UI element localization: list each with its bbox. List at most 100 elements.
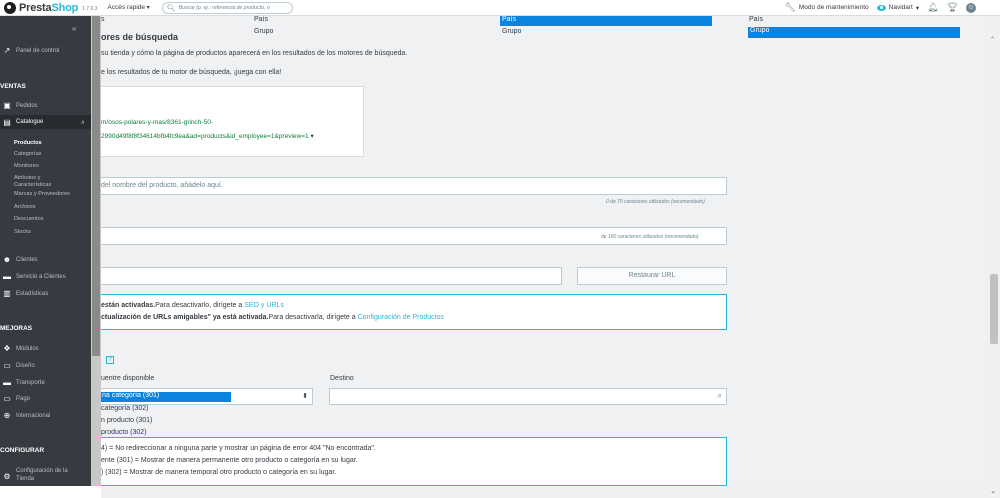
gear-icon: ⚙ bbox=[3, 472, 11, 481]
meta-title-input[interactable]: del nombre del producto, añádelo aquí. bbox=[101, 177, 727, 195]
puzzle-icon: ❖ bbox=[3, 344, 11, 353]
trophy-icon[interactable]: 🏆︎ bbox=[947, 2, 958, 13]
submenu-monitoring[interactable]: Monitoreo bbox=[0, 160, 91, 172]
meta-description-input[interactable]: de 160 caracteres utilizados (recomendad… bbox=[101, 227, 727, 245]
sidebar-item-label: Estadísticas bbox=[16, 290, 49, 297]
seo-heading: ores de búsqueda bbox=[101, 32, 179, 42]
sidebar-item-dashboard[interactable]: ↗ Panel de control bbox=[0, 46, 91, 55]
sidebar-item-label: Pago bbox=[16, 395, 31, 402]
sidebar-item-label: Módulos bbox=[16, 345, 39, 352]
sidebar-item-payment[interactable]: ▭ Pago bbox=[0, 394, 91, 403]
preview-url-line-2: 2990d49f8f8f34614bfb4fc9ea&ad=products&i… bbox=[101, 132, 314, 140]
seo-intro: su tienda y cómo la página de productos … bbox=[101, 50, 408, 57]
redirection-option-4[interactable]: producto (302) bbox=[101, 429, 147, 436]
sidebar-item-shop-parameters[interactable]: ⚙ Configuración de la Tienda bbox=[0, 467, 91, 483]
prestashop-logo[interactable]: PrestaShop 1.7.6.3 bbox=[4, 1, 98, 14]
dropdown-group-3[interactable]: Grupo bbox=[748, 27, 960, 38]
search-icon: ⌕ bbox=[717, 391, 722, 400]
sidebar-item-customers[interactable]: ☻ Clientes bbox=[0, 255, 91, 264]
dropdown-country-1[interactable]: País bbox=[254, 16, 268, 23]
user-icon: ☻ bbox=[2, 255, 12, 264]
truncated-s: s bbox=[101, 16, 105, 23]
section-sales: VENTAS bbox=[0, 83, 26, 90]
monitor-icon: ▭ bbox=[3, 361, 11, 370]
page-scrollbar-thumb[interactable] bbox=[990, 274, 998, 344]
meta-title-placeholder: del nombre del producto, añádelo aquí. bbox=[101, 182, 223, 189]
sidebar-item-catalogue[interactable]: ▤ Catalogue ∧ bbox=[0, 115, 91, 129]
page-bottom-bar: ⌄ bbox=[101, 486, 1000, 498]
sidebar-item-customer-service[interactable]: ▬ Servicio a Clientes bbox=[0, 272, 91, 281]
sidebar-scrollbar[interactable] bbox=[91, 16, 101, 486]
search-placeholder: Buscar (p. ej.: referencia de producto, … bbox=[178, 4, 270, 11]
sidebar-item-label: Servicio a Clientes bbox=[16, 273, 66, 280]
info-line-1-text: Para desactivarlo, dirígete a bbox=[155, 302, 245, 309]
redirection-selected-option[interactable]: na categoría (301) bbox=[101, 392, 231, 402]
submenu-brands[interactable]: Marcas y Proveedores bbox=[0, 188, 91, 201]
sidebar-item-shipping[interactable]: ▬ Transporte bbox=[0, 378, 91, 387]
help-line-302: ) (302) = Mostrar de manera temporal otr… bbox=[101, 469, 337, 476]
reset-url-button[interactable]: Restaurar URL bbox=[577, 267, 727, 285]
account-icon[interactable]: ☺ bbox=[966, 2, 976, 13]
dropdown-country-2[interactable]: País bbox=[500, 16, 712, 26]
puffin-logo-icon bbox=[4, 1, 16, 14]
sidebar-item-international[interactable]: ⊕ Internacional bbox=[0, 411, 91, 420]
sidebar-item-orders[interactable]: ▣ Pedidos bbox=[0, 101, 91, 110]
view-shop-link[interactable]: Navidart ▾ bbox=[876, 4, 919, 12]
info-line-2-bold: ctualización de URLs amigables" ya está … bbox=[101, 314, 269, 321]
header-right: 🔧︎ Modo de mantenimiento Navidart ▾ 🔔︎ 🏆… bbox=[784, 2, 976, 13]
version-label: 1.7.6.3 bbox=[82, 5, 98, 12]
sidebar-item-design[interactable]: ▭ Diseño bbox=[0, 361, 91, 370]
seo-intro-2: e los resultados de tu motor de búsqueda… bbox=[101, 69, 282, 76]
catalogue-submenu: Productos Categorías Monitoreo Atributos… bbox=[0, 138, 91, 238]
section-configure: CONFIGURAR bbox=[0, 447, 45, 454]
bar-chart-icon: ▥ bbox=[3, 289, 11, 298]
header-search-input[interactable]: 🔍︎ Buscar (p. ej.: referencia de product… bbox=[161, 1, 293, 14]
page-vertical-scrollbar[interactable]: ⌃ bbox=[988, 16, 1000, 486]
redirection-label: uentre disponible bbox=[101, 375, 155, 382]
credit-card-icon: ▭ bbox=[3, 394, 11, 403]
redirection-help-box: 4) = No redireccionar a ninguna parte y … bbox=[101, 437, 727, 486]
sidebar-scrollbar-thumb[interactable] bbox=[92, 16, 100, 356]
scroll-up-arrow-icon[interactable]: ⌃ bbox=[990, 36, 995, 43]
submenu-stocks[interactable]: Stocks bbox=[0, 226, 91, 238]
submenu-files[interactable]: Archivos bbox=[0, 201, 91, 213]
seo-urls-link[interactable]: SEO y URLs bbox=[244, 302, 284, 309]
redirection-select[interactable]: na categoría (301) ⬍ bbox=[101, 388, 313, 405]
help-icon[interactable]: ? bbox=[106, 356, 114, 364]
globe-icon: ⊕ bbox=[3, 411, 11, 420]
sidebar-item-label: Diseño bbox=[16, 362, 35, 369]
sidebar-item-label: Configuración de la Tienda bbox=[16, 467, 68, 483]
product-settings-link[interactable]: Configuración de Productos bbox=[358, 314, 444, 321]
collapse-sidebar-icon[interactable]: « bbox=[72, 24, 76, 33]
preview-url-line-1: m/osos-polares-y-mas/8361-grinch-50- bbox=[101, 119, 213, 126]
submenu-discounts[interactable]: Descuentos bbox=[0, 213, 91, 226]
scroll-down-arrow-icon[interactable]: ⌄ bbox=[990, 487, 996, 495]
sidebar-item-label: Transporte bbox=[16, 379, 45, 386]
bell-icon[interactable]: 🔔︎ bbox=[927, 2, 938, 13]
meta-title-counter: 0 de 70 caracteres utilizados (recomenda… bbox=[606, 199, 705, 205]
sidebar-item-label: Catalogue bbox=[16, 119, 44, 125]
friendly-url-input[interactable] bbox=[101, 267, 562, 285]
preview-url-text: 2990d49f8f8f34614bfb4fc9ea&ad=products&i… bbox=[101, 133, 309, 140]
store-icon: ▤ bbox=[3, 117, 11, 127]
info-line-1: están activadas.Para desactivarlo, diríg… bbox=[101, 302, 284, 309]
submenu-categories[interactable]: Categorías bbox=[0, 148, 91, 160]
quick-access-menu[interactable]: Accès rapide bbox=[107, 4, 149, 11]
help-line-301: ente (301) = Mostrar de manera permanent… bbox=[101, 457, 358, 464]
label-line-2: Tienda bbox=[16, 476, 35, 482]
sidebar-item-modules[interactable]: ❖ Módulos bbox=[0, 344, 91, 353]
dropdown-country-3[interactable]: País bbox=[749, 16, 763, 23]
maintenance-mode-link[interactable]: 🔧︎ Modo de mantenimiento bbox=[784, 2, 868, 13]
target-search-input[interactable]: ⌕ bbox=[329, 388, 727, 405]
submenu-products[interactable]: Productos bbox=[0, 138, 91, 148]
wrench-icon: 🔧︎ bbox=[784, 2, 796, 12]
top-header: PrestaShop 1.7.6.3 Accès rapide 🔍︎ Busca… bbox=[0, 0, 1000, 16]
redirection-option-3[interactable]: n producto (301) bbox=[101, 417, 152, 424]
info-line-2: ctualización de URLs amigables" ya está … bbox=[101, 314, 444, 321]
eye-icon bbox=[876, 4, 886, 11]
redirection-option-2[interactable]: categoría (302) bbox=[101, 405, 148, 412]
sidebar: « ↗ Panel de control VENTAS ▣ Pedidos ▤ … bbox=[0, 16, 101, 486]
dropdown-group-2[interactable]: Grupo bbox=[502, 28, 521, 35]
dropdown-group-1[interactable]: Grupo bbox=[254, 28, 273, 35]
sidebar-item-stats[interactable]: ▥ Estadísticas bbox=[0, 289, 91, 298]
